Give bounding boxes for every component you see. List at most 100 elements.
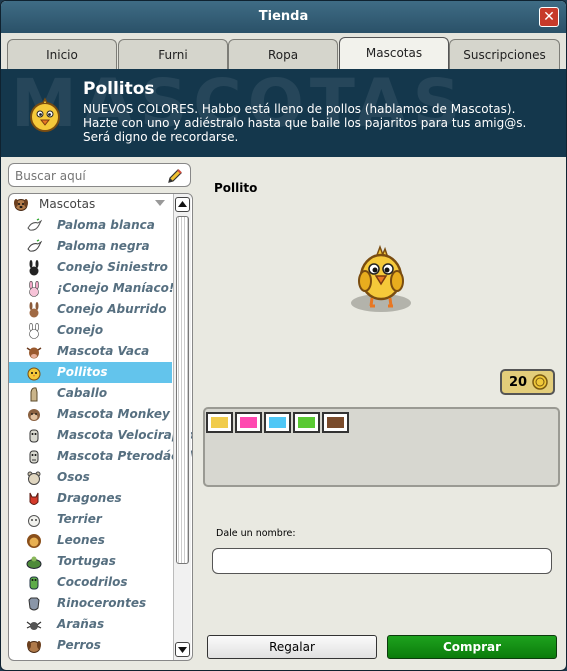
- tree-items: Paloma blanca Paloma negra Conejo Sinies…: [9, 215, 192, 656]
- color-swatch[interactable]: [264, 412, 291, 433]
- color-swatch[interactable]: [235, 412, 262, 433]
- tree-item[interactable]: Paloma blanca: [9, 215, 172, 236]
- scroll-up-button[interactable]: [175, 197, 190, 212]
- name-field-label: Dale un nombre:: [216, 528, 296, 539]
- close-button[interactable]: ✕: [539, 7, 559, 27]
- scroll-thumb[interactable]: [176, 216, 189, 564]
- turtle-icon: [26, 556, 42, 569]
- tree-item[interactable]: Tortugas: [9, 551, 172, 572]
- tree-item-label: Rinocerontes: [57, 596, 147, 610]
- color-fill: [211, 417, 228, 428]
- rhino-icon: [28, 597, 40, 611]
- tree-item[interactable]: Mascota Velociraptor: [9, 425, 192, 446]
- gift-button[interactable]: Regalar: [207, 635, 377, 659]
- tab-bar: Inicio Furni Ropa Mascotas Suscripciones: [1, 33, 566, 69]
- search-box: [8, 163, 191, 187]
- color-fill: [327, 417, 344, 428]
- chevron-down-icon: [155, 200, 165, 206]
- color-fill: [240, 417, 257, 428]
- tree-item-label: Conejo: [57, 323, 104, 337]
- tree-item[interactable]: Arañas: [9, 614, 172, 635]
- tree-item[interactable]: Terrier: [9, 509, 172, 530]
- arrow-down-icon: [178, 647, 187, 653]
- white-rabbit-icon: [29, 323, 39, 339]
- catalog-sidebar: Mascotas Paloma blanca Paloma negra Cone…: [8, 163, 193, 663]
- tree-item[interactable]: Mascota Vaca: [9, 341, 172, 362]
- price-badge: 20: [500, 369, 555, 395]
- tab-label: Mascotas: [365, 46, 423, 60]
- chick-preview-image: [351, 244, 411, 312]
- terrier-icon: [28, 515, 40, 527]
- pet-name-input[interactable]: [212, 548, 552, 574]
- tree-item[interactable]: Caballo: [9, 383, 172, 404]
- tree-item[interactable]: Mascota Monkey: [9, 404, 172, 425]
- color-fill: [298, 417, 315, 428]
- tree-item[interactable]: Conejo Siniestro: [9, 257, 172, 278]
- tab-label: Ropa: [267, 48, 299, 62]
- tab-ropa[interactable]: Ropa: [228, 39, 338, 69]
- tree-item-selected[interactable]: Pollitos: [9, 362, 172, 383]
- tree-item-label: Mascota Vaca: [57, 344, 150, 358]
- tree-item-label: Osos: [57, 470, 90, 484]
- pink-rabbit-icon: [29, 281, 39, 297]
- window-title: Tienda: [258, 9, 309, 24]
- tree-item-label: Conejo Siniestro: [57, 260, 168, 274]
- pencil-icon[interactable]: [166, 167, 184, 185]
- tree-item[interactable]: Dragones: [9, 488, 172, 509]
- color-picker: [203, 407, 560, 487]
- shop-window: Tienda ✕ Inicio Furni Ropa Mascotas Susc…: [0, 0, 567, 671]
- lion-icon: [27, 534, 41, 548]
- banner-title: Pollitos: [83, 79, 155, 99]
- tree-item-label: Arañas: [57, 617, 105, 631]
- tree-item[interactable]: Conejo: [9, 320, 172, 341]
- color-fill: [269, 417, 286, 428]
- tree-category-mascotas[interactable]: Mascotas: [9, 194, 172, 214]
- tab-inicio[interactable]: Inicio: [7, 39, 117, 69]
- tree-item[interactable]: ¡Conejo Maníaco!: [9, 278, 175, 299]
- credits-coin-icon: [532, 374, 548, 390]
- title-bar[interactable]: Tienda ✕: [1, 1, 566, 33]
- chick-icon: [30, 97, 60, 132]
- category-banner: MASCOTAS Pollitos NUEVOS COLORES. Habbo …: [1, 69, 566, 157]
- tree-item-label: Mascota Monkey: [57, 407, 170, 421]
- tab-suscripciones[interactable]: Suscripciones: [449, 39, 560, 69]
- velociraptor-icon: [29, 429, 39, 443]
- tree-item[interactable]: Conejo Aburrido: [9, 299, 172, 320]
- dog-icon: [27, 641, 41, 653]
- buy-button[interactable]: Comprar: [387, 635, 557, 659]
- tree-item[interactable]: Paloma negra: [9, 236, 172, 257]
- color-swatch[interactable]: [293, 412, 320, 433]
- tree-item[interactable]: Cocodrilos: [9, 572, 172, 593]
- price-value: 20: [509, 375, 528, 390]
- tree-item[interactable]: Osos: [9, 467, 172, 488]
- tree-item-label: Terrier: [57, 512, 102, 526]
- scroll-down-button[interactable]: [175, 642, 190, 657]
- monkey-icon: [28, 409, 40, 421]
- tree-item[interactable]: Mascota Pterodáctilo: [9, 446, 192, 467]
- tree-scrollbar[interactable]: [173, 194, 191, 660]
- catalog-tree: Mascotas Paloma blanca Paloma negra Cone…: [8, 193, 193, 661]
- tree-item-label: Paloma blanca: [57, 218, 155, 232]
- tab-label: Furni: [158, 48, 188, 62]
- crocodile-icon: [29, 576, 39, 590]
- tree-item[interactable]: Rinocerontes: [9, 593, 172, 614]
- tree-item-label: Conejo Aburrido: [57, 302, 167, 316]
- color-swatch[interactable]: [322, 412, 349, 433]
- tree-item-label: ¡Conejo Maníaco!: [57, 281, 175, 295]
- tree-item[interactable]: Perros: [9, 635, 172, 656]
- tree-item[interactable]: Leones: [9, 530, 172, 551]
- horse-icon: [30, 387, 38, 402]
- tree-item-label: Caballo: [57, 386, 108, 400]
- tree-item-label: Cocodrilos: [57, 575, 128, 589]
- white-dove-icon: [27, 218, 42, 231]
- tab-label: Suscripciones: [463, 48, 546, 62]
- tab-mascotas[interactable]: Mascotas: [339, 37, 449, 69]
- color-swatch[interactable]: [206, 412, 233, 433]
- dog-icon: [14, 199, 28, 211]
- arrow-up-icon: [178, 201, 187, 207]
- black-rabbit-icon: [29, 260, 39, 276]
- close-icon: ✕: [543, 9, 555, 25]
- tab-furni[interactable]: Furni: [118, 39, 228, 69]
- chick-icon: [27, 367, 41, 381]
- search-input[interactable]: [15, 167, 163, 184]
